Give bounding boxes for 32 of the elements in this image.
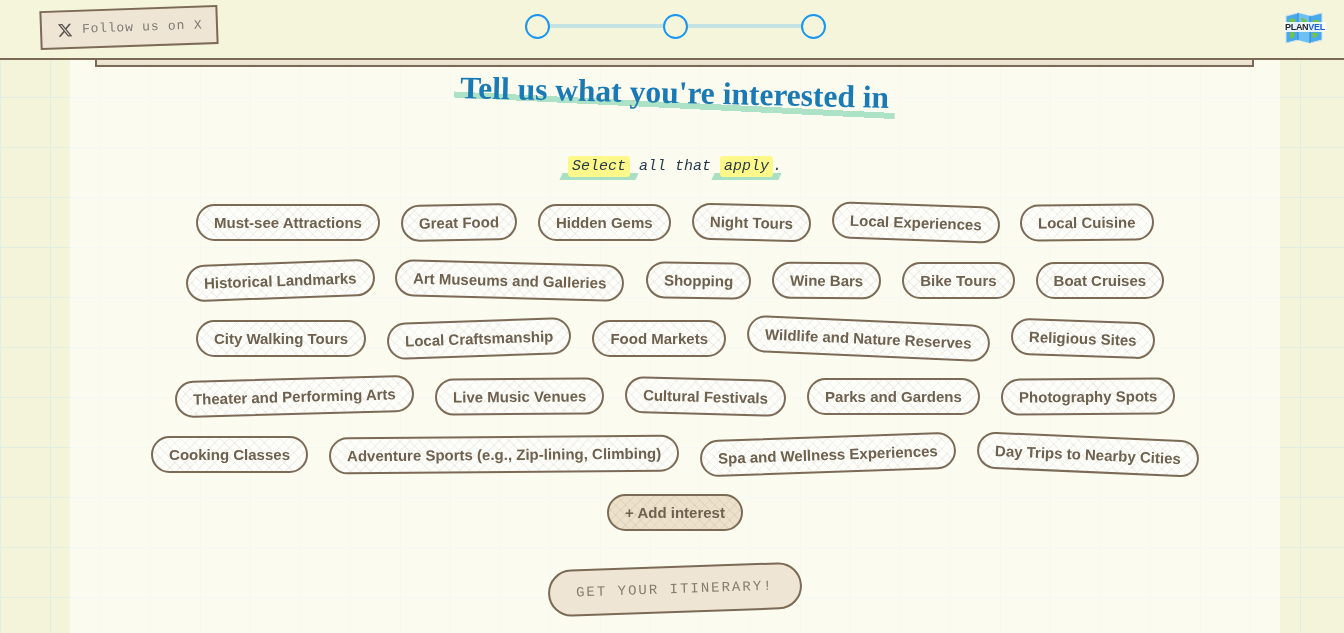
interest-tag[interactable]: Local Cuisine bbox=[1020, 203, 1155, 242]
interest-tag[interactable]: Cooking Classes bbox=[151, 436, 308, 473]
interest-tag[interactable]: Historical Landmarks bbox=[185, 258, 375, 303]
interest-tag[interactable]: Wine Bars bbox=[771, 261, 882, 300]
follow-button[interactable]: Follow us on X bbox=[39, 4, 220, 51]
x-logo-icon bbox=[57, 22, 73, 37]
interest-tag[interactable]: Photography Spots bbox=[1000, 377, 1176, 416]
interest-tag[interactable]: Religious Sites bbox=[1010, 317, 1155, 360]
interest-tag[interactable]: Spa and Wellness Experiences bbox=[699, 431, 957, 478]
interest-tag[interactable]: Wildlife and Nature Reserves bbox=[746, 314, 991, 363]
interest-tag[interactable]: Parks and Gardens bbox=[807, 378, 980, 415]
instruction-text: Select all that apply . bbox=[557, 156, 793, 178]
itinerary-button[interactable]: GET YOUR ITINERARY! bbox=[547, 561, 803, 618]
interest-tag[interactable]: Day Trips to Nearby Cities bbox=[976, 431, 1200, 478]
interest-tag[interactable]: Adventure Sports (e.g., Zip-lining, Climbing) bbox=[328, 434, 680, 475]
interest-tag[interactable]: Boat Cruises bbox=[1035, 262, 1165, 299]
interest-tag[interactable]: Night Tours bbox=[691, 202, 812, 243]
interest-tag[interactable]: City Walking Tours bbox=[195, 320, 367, 357]
add-interest-button[interactable]: + Add interest bbox=[607, 494, 743, 531]
interest-tag[interactable]: Cultural Festivals bbox=[624, 375, 787, 418]
interest-tag[interactable]: Art Museums and Galleries bbox=[394, 259, 626, 302]
interest-tag[interactable]: Food Markets bbox=[592, 320, 726, 357]
interest-tag[interactable]: Shopping bbox=[645, 261, 752, 300]
interest-tag[interactable]: Theater and Performing Arts bbox=[174, 374, 415, 419]
interest-tag[interactable]: Local Experiences bbox=[831, 201, 1000, 244]
interest-tag[interactable]: Local Craftsmanship bbox=[386, 316, 573, 361]
interest-tag[interactable]: Must-see Attractions bbox=[196, 204, 380, 241]
interest-tag[interactable]: Hidden Gems bbox=[537, 204, 671, 241]
logo-text: PLANVEL bbox=[1284, 21, 1326, 32]
interest-tag[interactable]: Bike Tours bbox=[902, 262, 1015, 299]
interest-tag[interactable]: Live Music Venues bbox=[434, 377, 605, 416]
interest-tag[interactable]: Great Food bbox=[400, 203, 518, 242]
